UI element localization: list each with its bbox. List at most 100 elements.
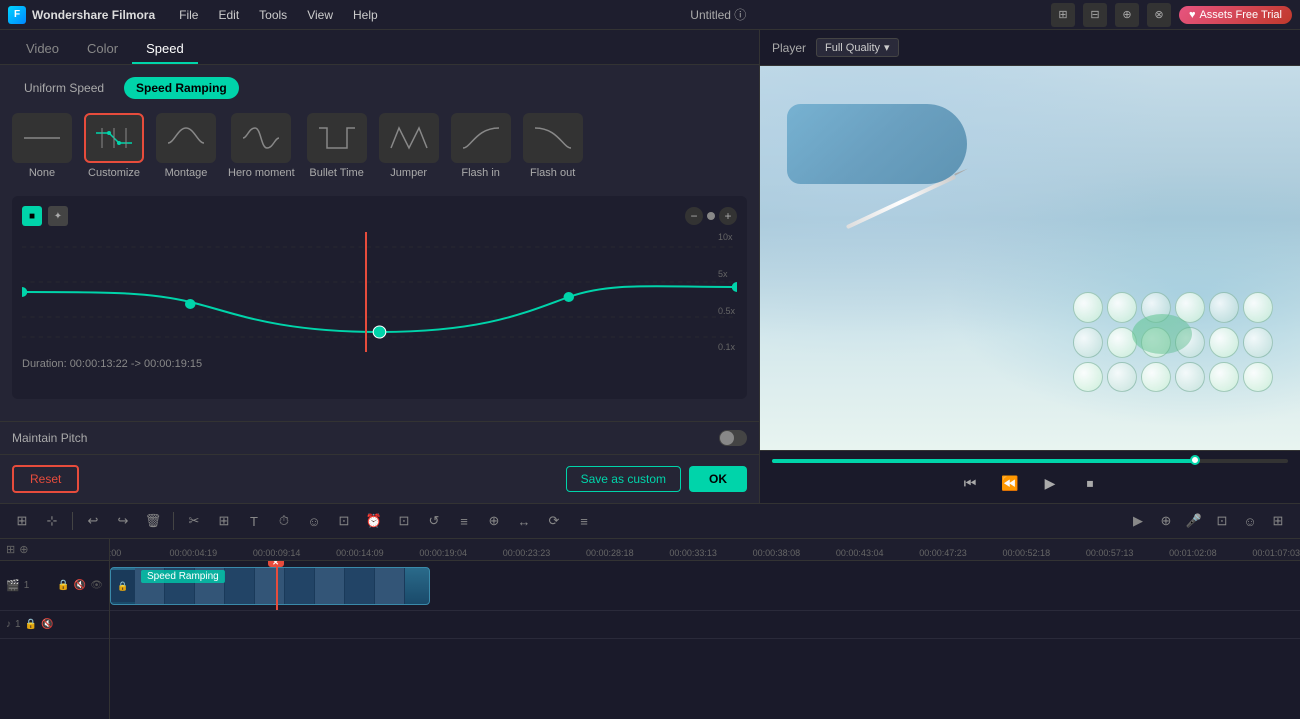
curve-svg-container: 10x 5x 0.5x 0.1x <box>22 232 737 352</box>
bubble-cell-1 <box>1073 292 1103 323</box>
toolbar-right-4[interactable]: ⊡ <box>1210 509 1234 533</box>
app-name: Wondershare Filmora <box>32 8 155 22</box>
preset-montage[interactable]: Montage <box>156 113 216 180</box>
toolbar-audio[interactable]: ⏰ <box>362 509 386 533</box>
preset-flash-out[interactable]: Flash out <box>523 113 583 180</box>
audio-mute-icon[interactable]: 🔇 <box>41 619 53 630</box>
track-number: 1 <box>24 580 30 591</box>
toolbar-delete[interactable]: 🗑 <box>141 509 165 533</box>
toolbar-split[interactable]: ✂ <box>182 509 206 533</box>
toolbar-more[interactable]: ≡ <box>572 509 596 533</box>
toolbar-stabilize[interactable]: ↺ <box>422 509 446 533</box>
toolbar-select-tool[interactable]: ⊞ <box>10 509 34 533</box>
reset-button[interactable]: Reset <box>12 465 79 493</box>
time-mark-0: 00:00 <box>110 548 121 558</box>
toolbar-transitions[interactable]: ⊡ <box>332 509 356 533</box>
bubble-cell-2 <box>1107 292 1137 323</box>
toolbar-right: ▶ ⊕ 🎤 ⊡ ☺ ⊞ <box>1126 509 1290 533</box>
preset-bullet-time[interactable]: Bullet Time <box>307 113 367 180</box>
toolbar-redo[interactable]: ↪ <box>111 509 135 533</box>
menu-tools[interactable]: Tools <box>251 6 295 24</box>
progress-bar[interactable] <box>772 459 1288 463</box>
preset-none[interactable]: None <box>12 113 72 180</box>
time-mark-6: 00:00:28:18 <box>586 548 634 558</box>
maintain-pitch-toggle[interactable] <box>719 430 747 446</box>
toolbar-right-2[interactable]: ⊕ <box>1154 509 1178 533</box>
skip-back-button[interactable]: ⏮ <box>958 471 982 495</box>
preset-flash-out-label: Flash out <box>530 167 575 180</box>
bubble-cell-6 <box>1243 292 1273 323</box>
toolbar-right-3[interactable]: 🎤 <box>1182 509 1206 533</box>
toolbar-crop[interactable]: ⊞ <box>212 509 236 533</box>
play-button[interactable]: ▶ <box>1038 471 1062 495</box>
menu-help[interactable]: Help <box>345 6 386 24</box>
tab-speed[interactable]: Speed <box>132 35 198 64</box>
time-mark-11: 00:00:52:18 <box>1003 548 1051 558</box>
toolbar-undo[interactable]: ↩ <box>81 509 105 533</box>
montage-svg <box>166 123 206 153</box>
ruler-link-icon[interactable]: ⊕ <box>19 543 28 556</box>
window-icon-3[interactable]: ⊕ <box>1115 3 1139 27</box>
track-video-icon: 🎬 <box>6 579 20 592</box>
step-back-button[interactable]: ⏪ <box>998 471 1022 495</box>
toolbar-ai[interactable]: ↔ <box>512 509 536 533</box>
preset-hero-moment-label: Hero moment <box>228 167 295 180</box>
curve-editor: ■ ✦ − + <box>12 196 747 399</box>
time-mark-9: 00:00:43:04 <box>836 548 884 558</box>
toolbar-separator-2 <box>173 512 174 530</box>
preset-customize[interactable]: Customize <box>84 113 144 180</box>
liquid-drop <box>1132 314 1192 354</box>
toolbar-color[interactable]: ⊡ <box>392 509 416 533</box>
toolbar-track-select[interactable]: ⊹ <box>40 509 64 533</box>
toolbar-360[interactable]: ⊕ <box>482 509 506 533</box>
player-controls: ⏮ ⏪ ▶ ⏹ <box>760 450 1300 503</box>
toolbar-right-6[interactable]: ⊞ <box>1266 509 1290 533</box>
toolbar-effects[interactable]: ☺ <box>302 509 326 533</box>
y-label-10x: 10x <box>718 232 735 242</box>
toolbar-right-5[interactable]: ☺ <box>1238 509 1262 533</box>
menu-edit[interactable]: Edit <box>210 6 247 24</box>
window-icon-1[interactable]: ⊞ <box>1051 3 1075 27</box>
playhead[interactable]: ✕ <box>276 561 278 610</box>
window-title: Untitled ⓘ <box>386 6 1051 23</box>
zoom-in-button[interactable]: + <box>719 207 737 225</box>
stop-button[interactable]: ⏹ <box>1078 471 1102 495</box>
preset-jumper-icon <box>379 113 439 163</box>
toolbar-blend[interactable]: ≡ <box>452 509 476 533</box>
time-mark-12: 00:00:57:13 <box>1086 548 1134 558</box>
preset-flash-in[interactable]: Flash in <box>451 113 511 180</box>
subtab-speed-ramping[interactable]: Speed Ramping <box>124 77 239 99</box>
zoom-out-button[interactable]: − <box>685 207 703 225</box>
preset-jumper[interactable]: Jumper <box>379 113 439 180</box>
track-lock-icon[interactable]: 🔒 <box>57 580 69 591</box>
speed-presets: None <box>12 113 747 180</box>
curve-smooth-button[interactable]: ✦ <box>48 206 68 226</box>
preset-hero-moment[interactable]: Hero moment <box>228 113 295 180</box>
quality-select[interactable]: Full Quality ▾ <box>816 38 899 57</box>
assets-free-trial-button[interactable]: ♥Assets Free Trial <box>1179 6 1292 24</box>
menu-file[interactable]: File <box>171 6 206 24</box>
ruler-grid-icon[interactable]: ⊞ <box>6 543 15 556</box>
toolbar-text[interactable]: T <box>242 509 266 533</box>
curve-add-button[interactable]: ■ <box>22 206 42 226</box>
track-ctrl-video: 🎬 1 🔒 🔇 👁 <box>0 561 109 611</box>
tab-video[interactable]: Video <box>12 35 73 64</box>
ok-button[interactable]: OK <box>689 466 747 492</box>
save-as-custom-button[interactable]: Save as custom <box>566 466 681 492</box>
subtab-uniform-speed[interactable]: Uniform Speed <box>12 77 116 99</box>
tab-color[interactable]: Color <box>73 35 132 64</box>
track-eye-icon[interactable]: 👁 <box>90 580 103 591</box>
window-icon-4[interactable]: ⊗ <box>1147 3 1171 27</box>
audio-lock-icon[interactable]: 🔒 <box>25 619 37 630</box>
toolbar-right-1[interactable]: ▶ <box>1126 509 1150 533</box>
window-icon-2[interactable]: ⊟ <box>1083 3 1107 27</box>
curve-playhead <box>365 232 367 352</box>
menu-view[interactable]: View <box>299 6 341 24</box>
track-mute-icon[interactable]: 🔇 <box>74 580 86 591</box>
audio-track-ctrl: ♪ 1 🔒 🔇 <box>0 611 109 639</box>
bubble-cell-18 <box>1243 362 1273 393</box>
jumper-svg <box>389 123 429 153</box>
toolbar-motion[interactable]: ⟳ <box>542 509 566 533</box>
toolbar-speed[interactable]: ⏱ <box>272 509 296 533</box>
video-clip[interactable]: 🔒 Speed Ramping <box>110 567 430 605</box>
